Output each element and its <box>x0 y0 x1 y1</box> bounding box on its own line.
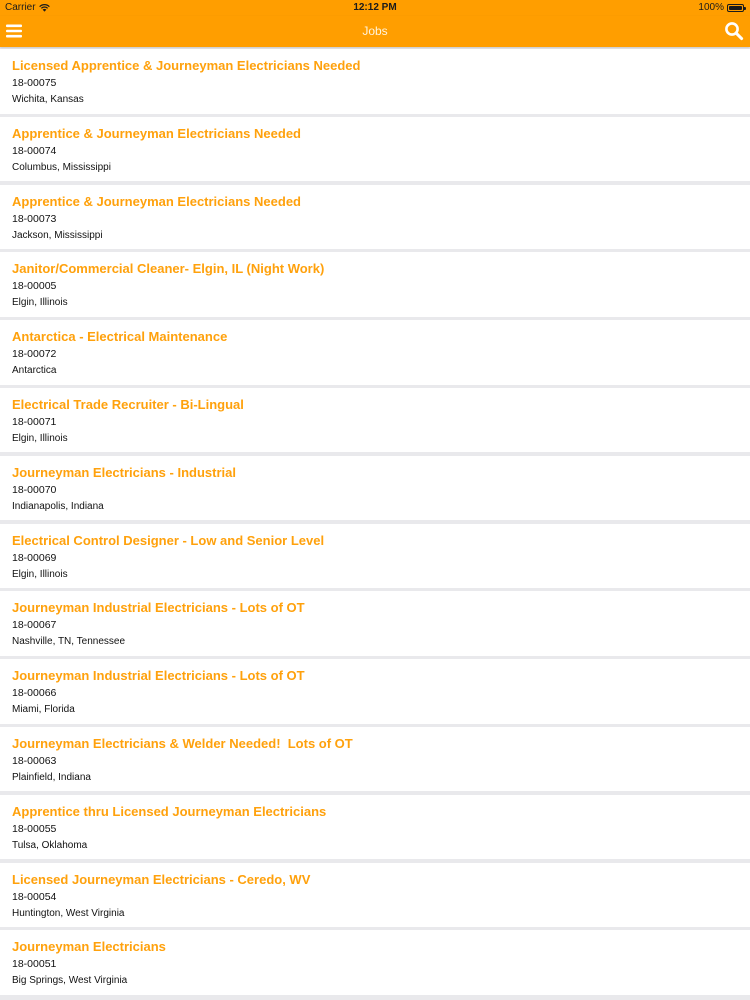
job-list-item[interactable]: Journeyman Electricians 18-00051 Big Spr… <box>0 930 750 995</box>
battery-icon <box>727 3 746 12</box>
job-title: Janitor/Commercial Cleaner- Elgin, IL (N… <box>12 261 325 277</box>
job-location: Tulsa, Oklahoma <box>12 839 88 851</box>
job-list-item[interactable]: Journeyman Industrial Electricians - Lot… <box>0 659 750 724</box>
job-number: 18-00071 <box>12 415 57 428</box>
job-list-item[interactable]: Journeyman Electricians & Welder Needed!… <box>0 726 750 792</box>
job-list-item[interactable]: Apprentice thru Licensed Journeyman Elec… <box>0 794 750 860</box>
job-number: 18-00055 <box>12 822 57 835</box>
job-location: Big Springs, West Virginia <box>12 975 128 987</box>
page-title: Jobs <box>362 24 388 38</box>
job-list-item[interactable]: Licensed Journeyman Electricians - Cered… <box>0 862 750 928</box>
job-list-item[interactable]: Antarctica - Electrical Maintenance 18-0… <box>0 320 750 385</box>
job-location: Elgin, Illinois <box>12 568 68 580</box>
job-title: Journeyman Electricians & Welder Needed!… <box>12 735 353 751</box>
job-list-item[interactable]: Electrical Trade Recruiter - Bi-Lingual … <box>0 387 750 453</box>
job-title: Licensed Journeyman Electricians - Cered… <box>12 871 311 887</box>
job-list: Licensed Apprentice & Journeyman Electri… <box>0 49 750 998</box>
job-number: 18-00069 <box>12 551 57 564</box>
job-number: 18-00063 <box>12 754 57 767</box>
job-location: Antarctica <box>12 365 57 377</box>
battery-fill <box>729 5 742 10</box>
job-list-item[interactable]: Electrical Control Designer - Low and Se… <box>0 523 750 589</box>
job-title: Apprentice & Journeyman Electricians Nee… <box>12 193 301 209</box>
job-list-item[interactable]: Licensed Apprentice & Journeyman Electri… <box>0 49 750 114</box>
status-time: 12:12 PM <box>353 2 397 13</box>
job-location: Wichita, Kansas <box>12 94 84 105</box>
status-bar: Carrier 12:12 PM 100% <box>0 0 750 16</box>
job-title: Journeyman Electricians - Industrial <box>12 464 236 480</box>
job-number: 18-00054 <box>12 890 57 903</box>
battery-percent: 100% <box>698 2 724 13</box>
status-right: 100% <box>698 2 746 13</box>
job-location: Nashville, TN, Tennessee <box>12 636 126 648</box>
job-number: 18-00075 <box>12 77 57 89</box>
job-title: Apprentice & Journeyman Electricians Nee… <box>12 125 301 141</box>
job-number: 18-00072 <box>12 348 57 361</box>
search-icon <box>725 22 744 41</box>
job-location: Elgin, Illinois <box>12 432 68 444</box>
job-number: 18-00051 <box>12 958 57 971</box>
job-list-item[interactable]: Apprentice & Journeyman Electricians Nee… <box>0 116 750 182</box>
job-number: 18-00066 <box>12 687 57 700</box>
job-number: 18-00070 <box>12 483 57 496</box>
job-title: Journeyman Electricians <box>12 939 166 955</box>
job-number: 18-00005 <box>12 280 57 293</box>
job-location: Columbus, Mississippi <box>12 161 111 173</box>
job-title: Apprentice thru Licensed Journeyman Elec… <box>12 803 327 819</box>
job-title: Journeyman Industrial Electricians - Lot… <box>12 668 305 684</box>
job-title: Electrical Control Designer - Low and Se… <box>12 532 325 548</box>
job-list-item[interactable]: Journeyman Electricians - Industrial 18-… <box>0 455 750 521</box>
job-title: Licensed Apprentice & Journeyman Electri… <box>12 58 361 73</box>
job-title: Journeyman Industrial Electricians - Lot… <box>12 600 305 616</box>
search-button[interactable] <box>724 21 744 41</box>
job-number: 18-00073 <box>12 212 57 225</box>
job-number: 18-00074 <box>12 144 57 157</box>
job-location: Jackson, Mississippi <box>12 229 103 241</box>
job-list-item[interactable]: Apprentice & Journeyman Electricians Nee… <box>0 184 750 250</box>
job-location: Huntington, West Virginia <box>12 907 125 919</box>
job-location: Miami, Florida <box>12 704 75 716</box>
nav-bar: Jobs <box>0 16 750 47</box>
job-location: Indianapolis, Indiana <box>12 500 104 512</box>
job-title: Electrical Trade Recruiter - Bi-Lingual <box>12 396 244 412</box>
job-list-item[interactable]: Janitor/Commercial Cleaner- Elgin, IL (N… <box>0 252 750 317</box>
job-list-item[interactable]: Journeyman Industrial Electricians - Lot… <box>0 591 750 656</box>
job-title: Antarctica - Electrical Maintenance <box>12 329 228 345</box>
job-number: 18-00067 <box>12 619 57 632</box>
job-location: Plainfield, Indiana <box>12 771 91 783</box>
job-location: Elgin, Illinois <box>12 297 68 309</box>
